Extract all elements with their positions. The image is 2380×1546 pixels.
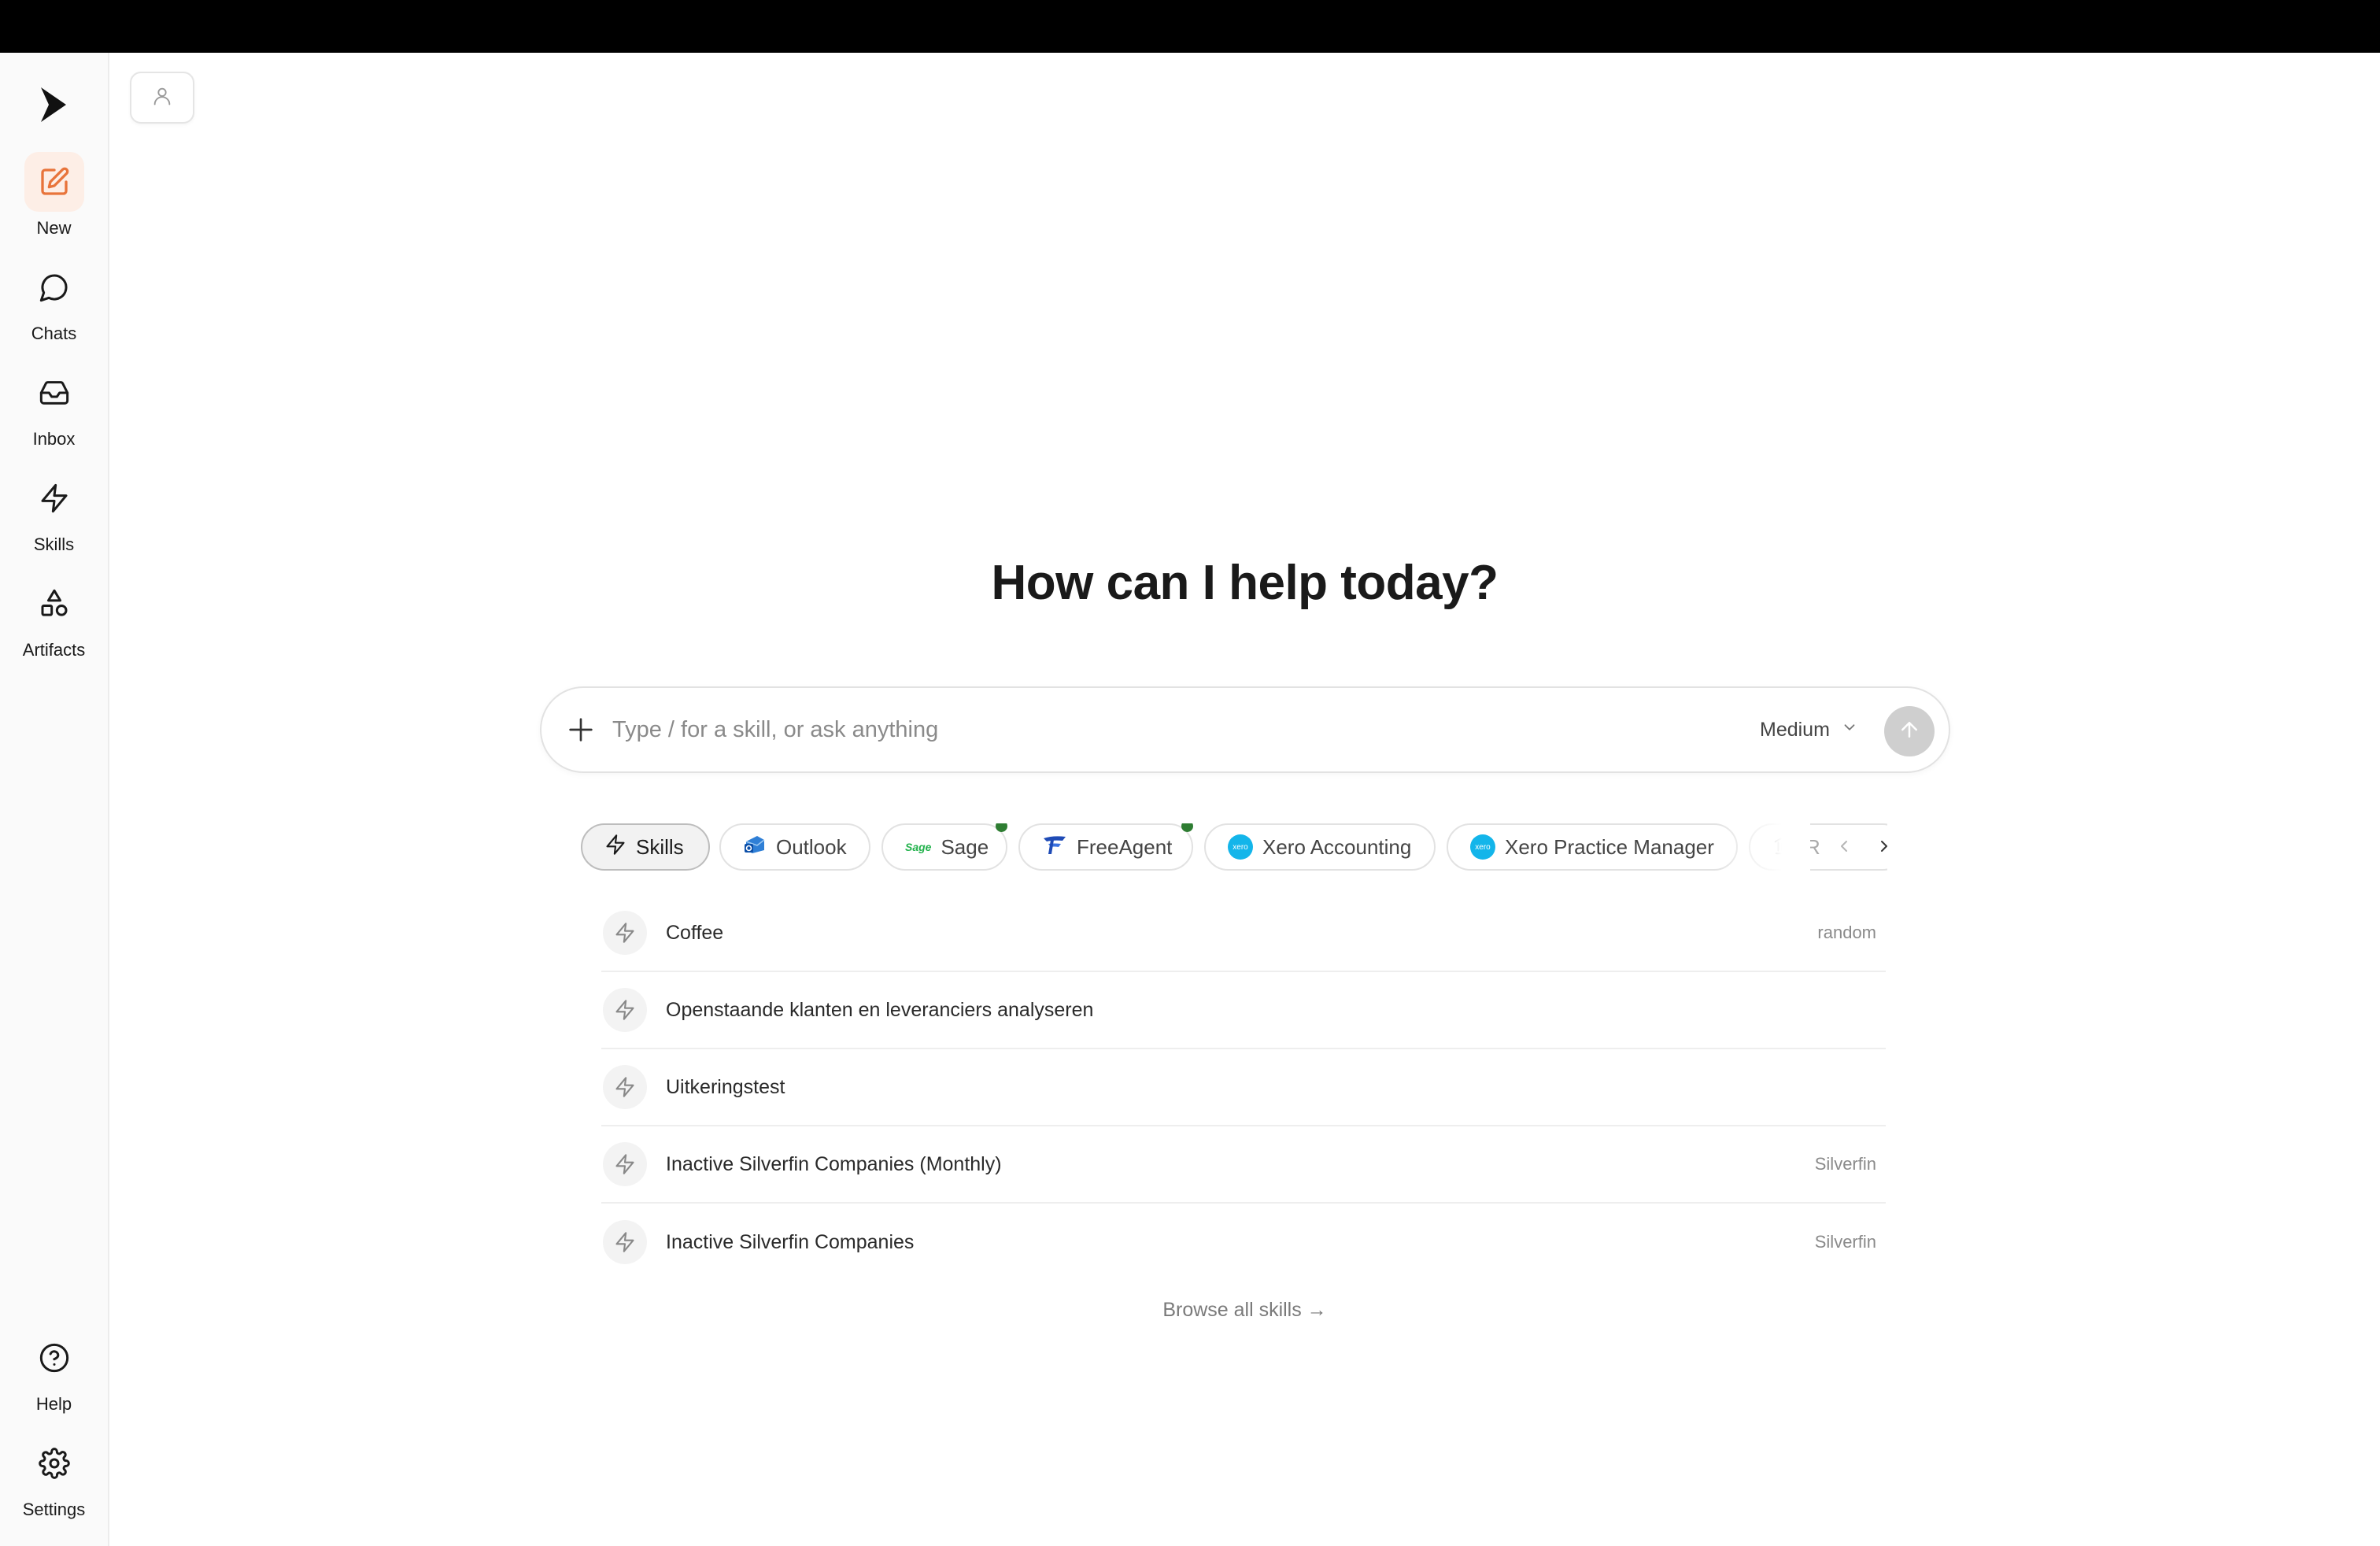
chip-label: FreeAgent [1077, 834, 1173, 859]
skill-name: Uitkeringstest [666, 1075, 785, 1098]
xero-icon: xero [1228, 834, 1253, 860]
gear-icon [24, 1433, 84, 1493]
sidebar-item-settings[interactable]: Settings [0, 1433, 108, 1528]
chevron-left-icon [1835, 837, 1853, 860]
skill-row-uitkeringstest[interactable]: Uitkeringstest [601, 1049, 1886, 1126]
plus-icon[interactable] [565, 714, 597, 745]
lightning-icon [603, 1065, 647, 1109]
chip-label: Skills [636, 834, 684, 859]
xero-icon: xero [1470, 834, 1495, 860]
skill-suggestions-list: Coffee random Openstaande klanten en lev… [601, 895, 1886, 1281]
skill-tag: Silverfin [1814, 1154, 1876, 1174]
sidebar-item-new[interactable]: New [0, 152, 108, 246]
lightning-icon [603, 1142, 647, 1186]
lightning-icon [604, 834, 626, 861]
sage-logo: Sage [905, 841, 932, 853]
sidebar-item-label: Skills [33, 534, 75, 554]
chip-label: Xero Practice Manager [1505, 834, 1714, 859]
inbox-icon [24, 363, 84, 423]
chip-freeagent[interactable]: FreeAgent [1018, 823, 1193, 871]
page-title: How can I help today? [991, 556, 1499, 610]
skill-tag: Silverfin [1814, 1232, 1876, 1252]
lightning-icon [603, 911, 647, 955]
chip-label: Sage [941, 834, 989, 859]
sidebar-item-label: Artifacts [22, 640, 86, 660]
chip-skills[interactable]: Skills [581, 823, 710, 871]
prompt-input[interactable] [612, 688, 1714, 771]
xero-logo-text: xero [1475, 842, 1491, 852]
skill-row-inactive-silverfin-monthly[interactable]: Inactive Silverfin Companies (Monthly) S… [601, 1126, 1886, 1204]
arrow-up-icon [1898, 718, 1921, 745]
help-circle-icon [24, 1328, 84, 1388]
sidebar-item-label: Help [35, 1394, 72, 1414]
skill-name: Coffee [666, 921, 724, 944]
model-selector[interactable]: Medium [1760, 712, 1858, 748]
sidebar-item-help[interactable]: Help [0, 1328, 108, 1422]
chip-xero-accounting[interactable]: xero Xero Accounting [1204, 823, 1436, 871]
chevron-down-icon [1841, 719, 1858, 742]
chip-sage[interactable]: Sage Sage [881, 823, 1007, 871]
chips-scroll-left-button[interactable] [1829, 833, 1859, 863]
sidebar-item-chats[interactable]: Chats [0, 257, 108, 352]
send-button[interactable] [1884, 706, 1935, 756]
lightning-icon [603, 1220, 647, 1264]
chat-composer: Medium [540, 686, 1950, 773]
connected-status-dot [996, 823, 1007, 832]
user-icon [151, 85, 173, 111]
chat-bubble-icon [24, 257, 84, 317]
chevron-right-icon [1875, 837, 1894, 860]
sidebar: New Chats Inbox Skills Artifacts Help Se… [0, 53, 109, 1546]
chip-xero-practice-manager[interactable]: xero Xero Practice Manager [1447, 823, 1738, 871]
skill-name: Inactive Silverfin Companies [666, 1230, 915, 1253]
connected-status-dot [1181, 823, 1193, 832]
integration-chips: Skills Outlook Sage Sage FreeAgent xero … [581, 823, 1887, 872]
skill-row-inactive-silverfin[interactable]: Inactive Silverfin Companies Silverfin [601, 1204, 1886, 1281]
chip-label: Outlook [776, 834, 847, 859]
user-menu-button[interactable] [130, 72, 194, 124]
chip-label: Xero Accounting [1262, 834, 1412, 859]
skill-row-coffee[interactable]: Coffee random [601, 895, 1886, 972]
freeagent-icon [1042, 834, 1067, 861]
skill-name: Openstaande klanten en leveranciers anal… [666, 998, 1094, 1021]
outlook-icon [743, 833, 767, 862]
app-logo[interactable] [38, 86, 69, 124]
sidebar-item-label: New [36, 218, 72, 238]
lightning-icon [24, 468, 84, 528]
sidebar-item-skills[interactable]: Skills [0, 468, 108, 563]
skill-row-openstaande[interactable]: Openstaande klanten en leveranciers anal… [601, 972, 1886, 1049]
sidebar-item-label: Inbox [32, 429, 76, 449]
sidebar-item-label: Chats [31, 324, 77, 343]
chips-scroll-right-button[interactable] [1869, 833, 1899, 863]
lightning-icon [603, 988, 647, 1032]
sidebar-item-inbox[interactable]: Inbox [0, 363, 108, 457]
sidebar-item-label: Settings [22, 1500, 86, 1519]
xero-logo-text: xero [1232, 842, 1248, 852]
skill-name: Inactive Silverfin Companies (Monthly) [666, 1152, 1002, 1175]
window-top-bar [0, 0, 2380, 53]
edit-icon [24, 152, 84, 212]
skill-tag: random [1817, 923, 1876, 942]
chips-fade-overlay [1716, 823, 1810, 872]
model-selector-label: Medium [1760, 718, 1830, 741]
chip-outlook[interactable]: Outlook [719, 823, 870, 871]
browse-all-skills-link[interactable]: Browse all skills → [0, 1299, 2380, 1322]
